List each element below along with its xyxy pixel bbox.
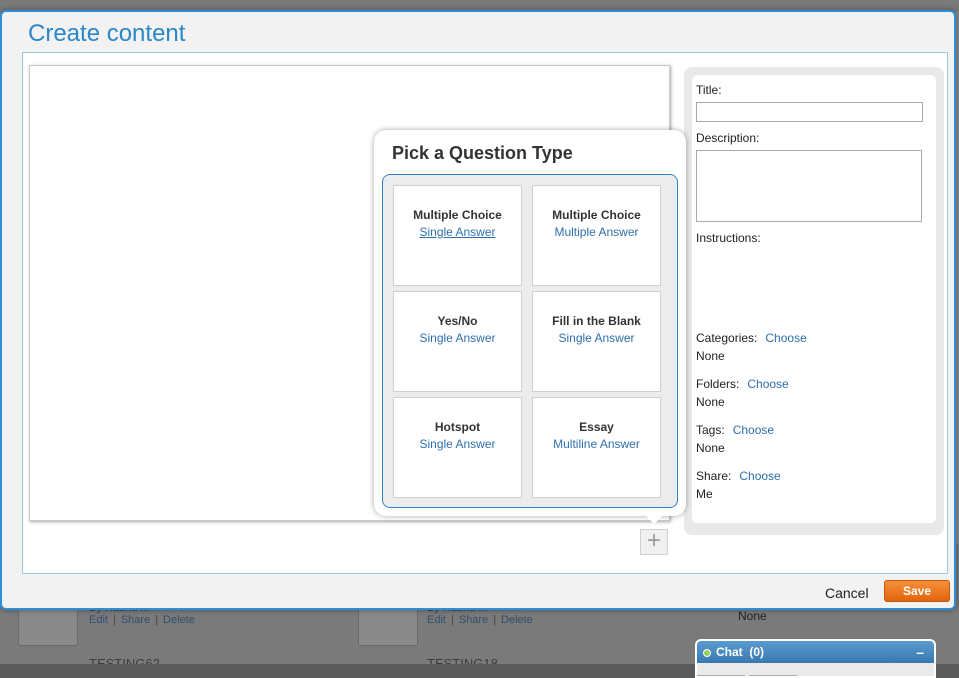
item-links: Edit | Share | Delete <box>89 614 195 626</box>
minimize-icon[interactable]: – <box>916 641 924 663</box>
question-type-name: Yes/No <box>437 314 478 328</box>
description-input[interactable] <box>696 150 922 222</box>
title-label: Title: <box>696 83 722 97</box>
question-type-multiple-choice-multiple[interactable]: Multiple Choice Multiple Answer <box>532 185 661 286</box>
question-type-name: Multiple Choice <box>413 208 502 222</box>
delete-link[interactable]: Delete <box>163 614 195 626</box>
question-type-subtype[interactable]: Single Answer <box>394 331 521 345</box>
properties-panel: Title: Description: Instructions: Catego… <box>684 67 944 535</box>
edit-link[interactable]: Edit <box>427 614 446 626</box>
item-links: Edit | Share | Delete <box>427 614 533 626</box>
question-type-essay[interactable]: Essay Multiline Answer <box>532 397 661 498</box>
tags-value: None <box>696 441 725 455</box>
share-link[interactable]: Share <box>459 614 488 626</box>
tags-choose-link[interactable]: Choose <box>733 423 774 437</box>
share-link[interactable]: Share <box>121 614 150 626</box>
share-label: Share: <box>696 469 732 483</box>
folders-row: Folders: Choose <box>696 377 789 391</box>
cancel-button[interactable]: Cancel <box>825 585 869 601</box>
plus-icon: + <box>646 527 661 554</box>
delete-link[interactable]: Delete <box>501 614 533 626</box>
folders-value: None <box>696 395 725 409</box>
chat-header[interactable]: Chat (0) – <box>697 641 934 663</box>
question-type-name: Hotspot <box>434 420 481 434</box>
folders-label: Folders: <box>696 377 740 391</box>
question-type-name: Essay <box>579 420 614 434</box>
question-type-name: Multiple Choice <box>552 208 641 222</box>
chat-label: Chat <box>716 645 743 659</box>
question-type-yes-no[interactable]: Yes/No Single Answer <box>393 291 522 392</box>
question-type-hotspot[interactable]: Hotspot Single Answer <box>393 397 522 498</box>
tags-label: Tags: <box>696 423 725 437</box>
tags-row: Tags: Choose <box>696 423 774 437</box>
folders-choose-link[interactable]: Choose <box>747 377 788 391</box>
share-choose-link[interactable]: Choose <box>739 469 780 483</box>
question-type-subtype[interactable]: Single Answer <box>394 225 521 239</box>
share-row: Share: Choose <box>696 469 781 483</box>
modal-title: Create content <box>28 20 186 47</box>
categories-row: Categories: Choose <box>696 331 807 345</box>
question-type-fill-in-the-blank[interactable]: Fill in the Blank Single Answer <box>532 291 661 392</box>
chat-count: (0) <box>749 645 765 659</box>
popover-title: Pick a Question Type <box>392 143 573 163</box>
question-type-subtype[interactable]: Multiline Answer <box>533 437 660 451</box>
question-type-multiple-choice-single[interactable]: Multiple Choice Single Answer <box>393 185 522 286</box>
categories-label: Categories: <box>696 331 758 345</box>
popover-pointer <box>644 514 664 524</box>
question-type-popover: Pick a Question Type Multiple Choice Sin… <box>374 130 686 524</box>
categories-choose-link[interactable]: Choose <box>765 331 806 345</box>
instructions-label: Instructions: <box>696 231 761 245</box>
online-status-icon <box>703 648 711 657</box>
title-input[interactable] <box>696 102 923 122</box>
description-label: Description: <box>696 131 760 145</box>
background-none-value: None <box>738 609 767 623</box>
edit-link[interactable]: Edit <box>89 614 108 626</box>
properties-panel-inner: Title: Description: Instructions: Catego… <box>692 75 936 523</box>
question-type-subtype[interactable]: Single Answer <box>533 331 660 345</box>
question-type-subtype[interactable]: Single Answer <box>394 437 521 451</box>
add-question-button[interactable]: + <box>640 529 668 555</box>
save-button[interactable]: Save <box>884 580 950 602</box>
question-type-name: Fill in the Blank <box>552 314 641 328</box>
categories-value: None <box>696 349 725 363</box>
question-type-grid: Multiple Choice Single Answer Multiple C… <box>382 174 678 508</box>
chat-widget: Chat (0) – <box>695 639 936 678</box>
share-value: Me <box>696 487 713 501</box>
question-type-subtype[interactable]: Multiple Answer <box>533 225 660 239</box>
